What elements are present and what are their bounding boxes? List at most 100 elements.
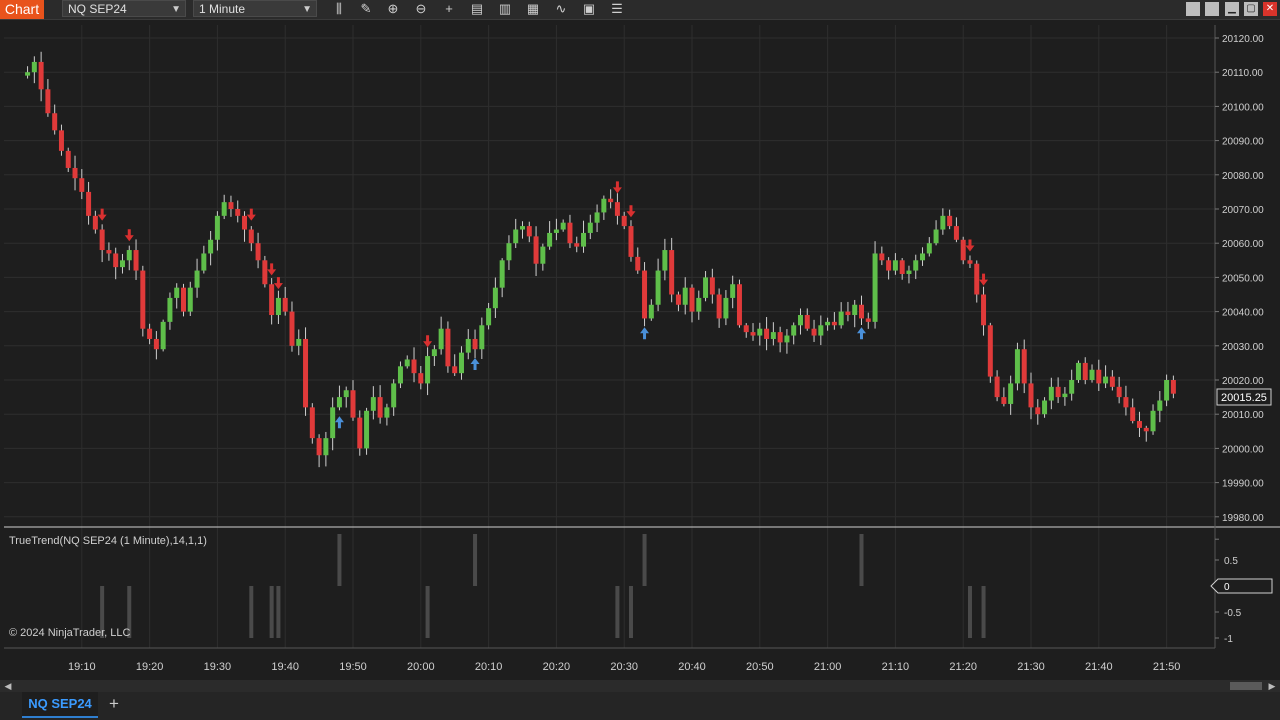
candle-down [960, 239, 966, 261]
crosshair-icon[interactable]: + [440, 1, 458, 17]
time-tick-label: 20:50 [746, 661, 774, 673]
price-axis[interactable]: 20120.00 20110.00 20100.00 20090.00 20080.00… [1215, 34, 1264, 524]
candle-up [126, 250, 132, 261]
time-tick-label: 21:40 [1085, 661, 1113, 673]
candle-down [1136, 421, 1142, 428]
price-tick-label: 20040.00 [1222, 308, 1264, 319]
restore-icon[interactable] [1205, 2, 1219, 16]
candle-down [574, 243, 580, 247]
candle-down [72, 167, 78, 179]
bottom-tab-bar: NQ SEP24 + [0, 692, 1280, 720]
indicator-title[interactable]: TrueTrend(NQ SEP24 (1 Minute),14,1,1) [9, 535, 207, 547]
strategies-icon[interactable]: ▦ [524, 1, 542, 17]
interval-select-value: 1 Minute [199, 2, 246, 16]
candle-down [262, 260, 268, 285]
candle-down [831, 321, 837, 326]
candle-up [323, 438, 329, 456]
time-tick-label: 19:50 [339, 661, 367, 673]
candle-down [1028, 383, 1034, 408]
interval-select[interactable]: 1 Minute ▼ [193, 0, 317, 17]
candle-down [967, 260, 973, 264]
candle-up [31, 61, 37, 73]
price-tick-label: 20100.00 [1222, 102, 1264, 113]
horizontal-scrollbar[interactable]: ◀ ▶ [0, 680, 1280, 692]
candle-down [743, 325, 749, 333]
candle-down [316, 438, 322, 456]
candle-up [655, 270, 661, 305]
chart-tab[interactable]: Chart [0, 0, 44, 19]
properties-icon[interactable]: ▥ [496, 1, 514, 17]
templates-icon[interactable]: ▣ [580, 1, 598, 17]
more-icon[interactable]: ☰ [608, 1, 626, 17]
price-tick-label: 20070.00 [1222, 205, 1264, 216]
candle-down [52, 113, 58, 131]
price-tick-label: 20110.00 [1222, 68, 1263, 79]
candle-up [438, 328, 444, 350]
candle-up [838, 311, 844, 326]
price-tick-label: 20000.00 [1222, 444, 1264, 455]
time-tick-label: 20:30 [610, 661, 638, 673]
indicator-tick-label: 0.5 [1224, 556, 1238, 567]
candle-up [1062, 393, 1068, 398]
candle-down [974, 263, 980, 295]
instrument-select-value: NQ SEP24 [68, 2, 127, 16]
candle-down [879, 253, 885, 261]
time-tick-label: 20:40 [678, 661, 706, 673]
data-box-icon[interactable]: ▤ [468, 1, 486, 17]
candle-down [621, 215, 627, 227]
indicator-bar [628, 586, 633, 638]
price-tick-label: 20120.00 [1222, 34, 1264, 45]
bar-type-icon[interactable]: ⫼ [330, 1, 348, 17]
time-tick-label: 21:20 [949, 661, 977, 673]
indicator-bar [269, 586, 274, 638]
candle-up [1089, 369, 1095, 380]
minimize-icon[interactable]: ▁ [1225, 2, 1239, 16]
candle-down [886, 260, 892, 271]
maximize-icon[interactable]: ▢ [1244, 2, 1258, 16]
candle-down [1130, 407, 1136, 422]
chart-canvas[interactable]: 20120.00 20110.00 20100.00 20090.00 20080.00… [0, 20, 1280, 680]
price-tick-label: 20010.00 [1222, 410, 1264, 421]
candle-up [696, 297, 702, 312]
candle-up [208, 239, 214, 254]
candle-down [65, 150, 71, 168]
candle-up [296, 338, 302, 346]
candle-down [526, 226, 532, 237]
close-icon[interactable]: ✕ [1263, 2, 1277, 16]
instrument-select[interactable]: NQ SEP24 ▼ [62, 0, 186, 17]
candle-up [167, 297, 173, 322]
candle-up [1075, 362, 1081, 380]
scroll-thumb[interactable] [1230, 682, 1262, 690]
price-tick-label: 20090.00 [1222, 137, 1264, 148]
chevron-down-icon: ▼ [302, 4, 312, 15]
candle-down [947, 215, 953, 227]
candle-down [309, 407, 315, 439]
scroll-right-icon[interactable]: ▶ [1266, 680, 1278, 692]
candle-up [384, 407, 390, 418]
candle-up [275, 297, 281, 316]
indicator-zero-marker [1210, 578, 1273, 594]
candle-up [1164, 380, 1170, 401]
scroll-left-icon[interactable]: ◀ [2, 680, 14, 692]
candle-up [391, 383, 397, 408]
candle-down [1170, 380, 1176, 394]
candle-down [86, 191, 92, 216]
pencil-icon[interactable]: ✎ [357, 1, 375, 17]
candle-down [845, 311, 851, 316]
candle-down [147, 328, 153, 339]
candle-down [140, 270, 146, 329]
indicator-bar [276, 586, 281, 638]
candle-up [662, 250, 668, 271]
time-tick-label: 20:20 [543, 661, 571, 673]
add-tab-button[interactable]: + [106, 694, 122, 714]
indicator-bar [249, 586, 254, 638]
candle-down [153, 338, 159, 350]
instrument-tab[interactable]: NQ SEP24 [22, 692, 98, 718]
candle-down [994, 376, 1000, 398]
candle-up [187, 287, 193, 312]
zoom-out-icon[interactable]: ⊖ [412, 1, 430, 17]
indicators-icon[interactable]: ∿ [552, 1, 570, 17]
tile-icon[interactable] [1186, 2, 1200, 16]
candle-up [1150, 410, 1156, 432]
zoom-in-icon[interactable]: ⊕ [384, 1, 402, 17]
